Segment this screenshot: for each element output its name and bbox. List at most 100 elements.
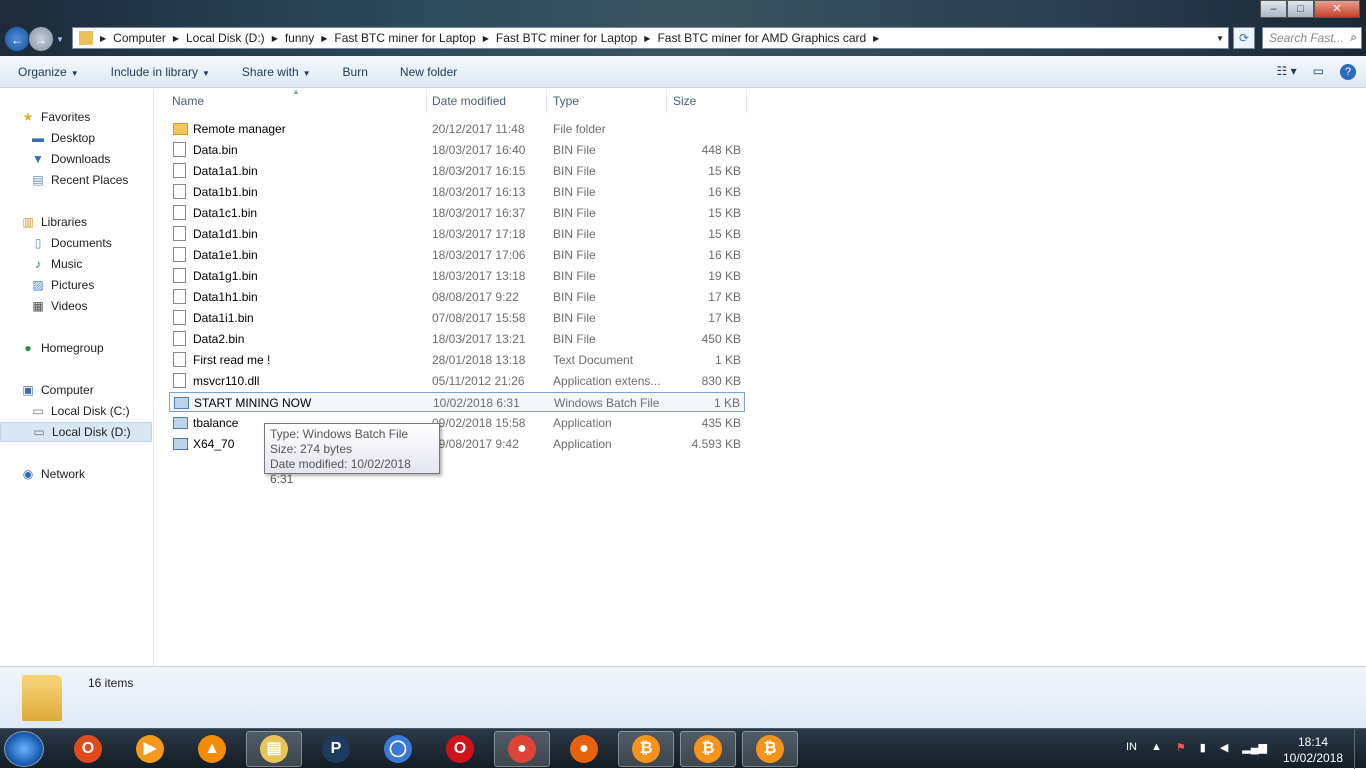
column-name[interactable]: Name — [172, 94, 204, 108]
sidebar-item[interactable]: ★ Favorites — [0, 107, 152, 127]
folder-icon — [22, 675, 62, 721]
recent-pages-dropdown[interactable]: ▼ — [56, 35, 64, 44]
file-type: Windows Batch File — [554, 396, 660, 410]
file-row[interactable]: msvcr110.dll 05/11/2012 21:26 Application … — [169, 371, 745, 391]
file-row[interactable]: First read me ! 28/01/2018 13:18 Text Docu… — [169, 350, 745, 370]
minimize-button[interactable]: – — [1260, 0, 1287, 18]
taskbar-app-button[interactable]: ● — [494, 731, 550, 767]
sidebar-item[interactable]: ▼ Downloads — [0, 149, 152, 169]
file-row[interactable]: Data1h1.bin 08/08/2017 9:22 BIN File 17 KB — [169, 287, 745, 307]
breadcrumb-item[interactable]: funny — [281, 31, 318, 45]
breadcrumb-item[interactable]: Local Disk (D:) — [182, 31, 269, 45]
breadcrumb-separator[interactable]: ▶ — [170, 34, 182, 43]
file-row[interactable]: tbalance 09/02/2018 15:58 Application 435 K… — [169, 413, 745, 433]
media-player-icon: ▶ — [136, 735, 164, 763]
taskbar-app-button[interactable]: O — [60, 731, 116, 767]
file-name: Data1i1.bin — [193, 311, 254, 325]
sidebar-item[interactable]: ▯ Documents — [0, 233, 152, 253]
file-row[interactable]: Data1e1.bin 18/03/2017 17:06 BIN File 16 KB — [169, 245, 745, 265]
taskbar-app-button[interactable]: ▲ — [184, 731, 240, 767]
breadcrumb-separator[interactable]: ▶ — [641, 34, 653, 43]
file-row[interactable]: Data1i1.bin 07/08/2017 15:58 BIN File 17 KB — [169, 308, 745, 328]
breadcrumb-separator[interactable]: ▶ — [97, 34, 109, 43]
language-indicator[interactable]: IN — [1126, 741, 1137, 754]
file-name: Data1g1.bin — [193, 269, 258, 283]
file-row[interactable]: Data1b1.bin 18/03/2017 16:13 BIN File 16 KB — [169, 182, 745, 202]
taskbar-app-button[interactable]: ▤ — [246, 731, 302, 767]
network-signal-icon[interactable]: ▂▄▆ — [1242, 741, 1267, 754]
refresh-button[interactable]: ⟳ — [1233, 27, 1255, 49]
power-icon[interactable]: ▮ — [1200, 741, 1206, 754]
sidebar-item-label: Network — [41, 467, 86, 481]
start-button[interactable] — [4, 731, 44, 767]
burn-button[interactable]: Burn — [325, 65, 382, 79]
sidebar-item[interactable]: ▭ Local Disk (D:) — [0, 422, 152, 442]
address-bar[interactable]: ▶ Computer ▶ Local Disk (D:) ▶ funny ▶ Fast BTC… — [72, 27, 1229, 49]
taskbar-app-button[interactable]: P — [308, 731, 364, 767]
sidebar-item[interactable]: ▭ Local Disk (C:) — [0, 401, 152, 421]
sidebar-item[interactable]: ▥ Libraries — [0, 212, 152, 232]
file-date: 10/02/2018 6:31 — [433, 396, 520, 410]
column-type[interactable]: Type — [553, 94, 579, 108]
include-in-library-button[interactable]: Include in library ▼ — [93, 65, 224, 79]
clock[interactable]: 18:14 10/02/2018 — [1278, 734, 1348, 766]
file-row[interactable]: Data.bin 18/03/2017 16:40 BIN File 448 KB — [169, 140, 745, 160]
back-button[interactable]: ← — [4, 26, 30, 52]
breadcrumb-separator[interactable]: ▶ — [318, 34, 330, 43]
forward-button[interactable]: → — [28, 26, 54, 52]
file-row[interactable]: X64_70 09/08/2017 9:42 Application 4.593 KB — [169, 434, 745, 454]
file-size: 450 KB — [701, 332, 741, 346]
file-type: BIN File — [553, 248, 596, 262]
show-desktop-button[interactable] — [1354, 729, 1366, 769]
search-icon: ⌕ — [1350, 30, 1357, 44]
breadcrumb-separator[interactable]: ▶ — [870, 34, 882, 43]
sidebar-item[interactable]: ▦ Videos — [0, 296, 152, 316]
breadcrumb-separator[interactable]: ▶ — [480, 34, 492, 43]
breadcrumb-item[interactable]: Fast BTC miner for Laptop — [492, 31, 641, 45]
sidebar-item[interactable]: ◉ Network — [0, 464, 152, 484]
file-row[interactable]: Data1a1.bin 18/03/2017 16:15 BIN File 15 KB — [169, 161, 745, 181]
share-with-button[interactable]: Share with ▼ — [224, 65, 325, 79]
sidebar-item[interactable]: ▤ Recent Places — [0, 170, 152, 190]
maximize-button[interactable]: □ — [1287, 0, 1314, 18]
action-center-flag-icon[interactable]: ⚑ — [1176, 741, 1186, 754]
sidebar-item[interactable]: ● Homegroup — [0, 338, 152, 358]
show-hidden-icons-button[interactable]: ▲ — [1151, 741, 1162, 754]
taskbar-app-button[interactable]: ◯ — [370, 731, 426, 767]
file-row[interactable]: START MINING NOW 10/02/2018 6:31 Windows B… — [169, 392, 745, 412]
new-folder-button[interactable]: New folder — [382, 65, 471, 79]
sidebar-item[interactable]: ▨ Pictures — [0, 275, 152, 295]
taskbar-app-button[interactable]: ● — [556, 731, 612, 767]
preview-pane-button[interactable]: ▭ — [1313, 64, 1324, 80]
volume-icon[interactable]: ◀ — [1220, 741, 1228, 754]
breadcrumb-item[interactable]: Computer — [109, 31, 170, 45]
file-row[interactable]: Data1d1.bin 18/03/2017 17:18 BIN File 15 KB — [169, 224, 745, 244]
sidebar-item[interactable]: ♪ Music — [0, 254, 152, 274]
file-row[interactable]: Data1c1.bin 18/03/2017 16:37 BIN File 15 KB — [169, 203, 745, 223]
breadcrumb-item[interactable]: Fast BTC miner for AMD Graphics card — [653, 31, 870, 45]
sidebar-item[interactable]: ▣ Computer — [0, 380, 152, 400]
help-button[interactable]: ? — [1340, 64, 1356, 80]
sidebar-item[interactable]: ▬ Desktop — [0, 128, 152, 148]
file-row[interactable]: Data2.bin 18/03/2017 13:21 BIN File 450 KB — [169, 329, 745, 349]
taskbar-app-button[interactable]: O — [432, 731, 488, 767]
column-date-modified[interactable]: Date modified — [432, 94, 506, 108]
change-view-button[interactable]: ☷ ▾ — [1277, 64, 1297, 80]
file-row[interactable]: Remote manager 20/12/2017 11:48 File folde… — [169, 119, 745, 139]
taskbar-app-button[interactable]: ₿ — [618, 731, 674, 767]
taskbar-app-button[interactable]: ▶ — [122, 731, 178, 767]
taskbar-app-button[interactable]: ₿ — [742, 731, 798, 767]
file-row[interactable]: Data1g1.bin 18/03/2017 13:18 BIN File 19 KB — [169, 266, 745, 286]
breadcrumb-item[interactable]: Fast BTC miner for Laptop — [330, 31, 479, 45]
taskbar-app-button[interactable]: ₿ — [680, 731, 736, 767]
file-icon — [173, 163, 186, 178]
close-button[interactable]: ✕ — [1314, 0, 1360, 18]
address-dropdown[interactable]: ▼ — [1216, 34, 1224, 43]
search-input[interactable]: Search Fast... ⌕ — [1262, 27, 1362, 49]
chromium-icon: ◯ — [384, 735, 412, 763]
organize-button[interactable]: Organize ▼ — [0, 65, 93, 79]
column-size[interactable]: Size — [673, 94, 696, 108]
homegroup-icon: ● — [24, 341, 32, 355]
breadcrumb-separator[interactable]: ▶ — [269, 34, 281, 43]
sidebar-item-label: Homegroup — [41, 341, 104, 355]
